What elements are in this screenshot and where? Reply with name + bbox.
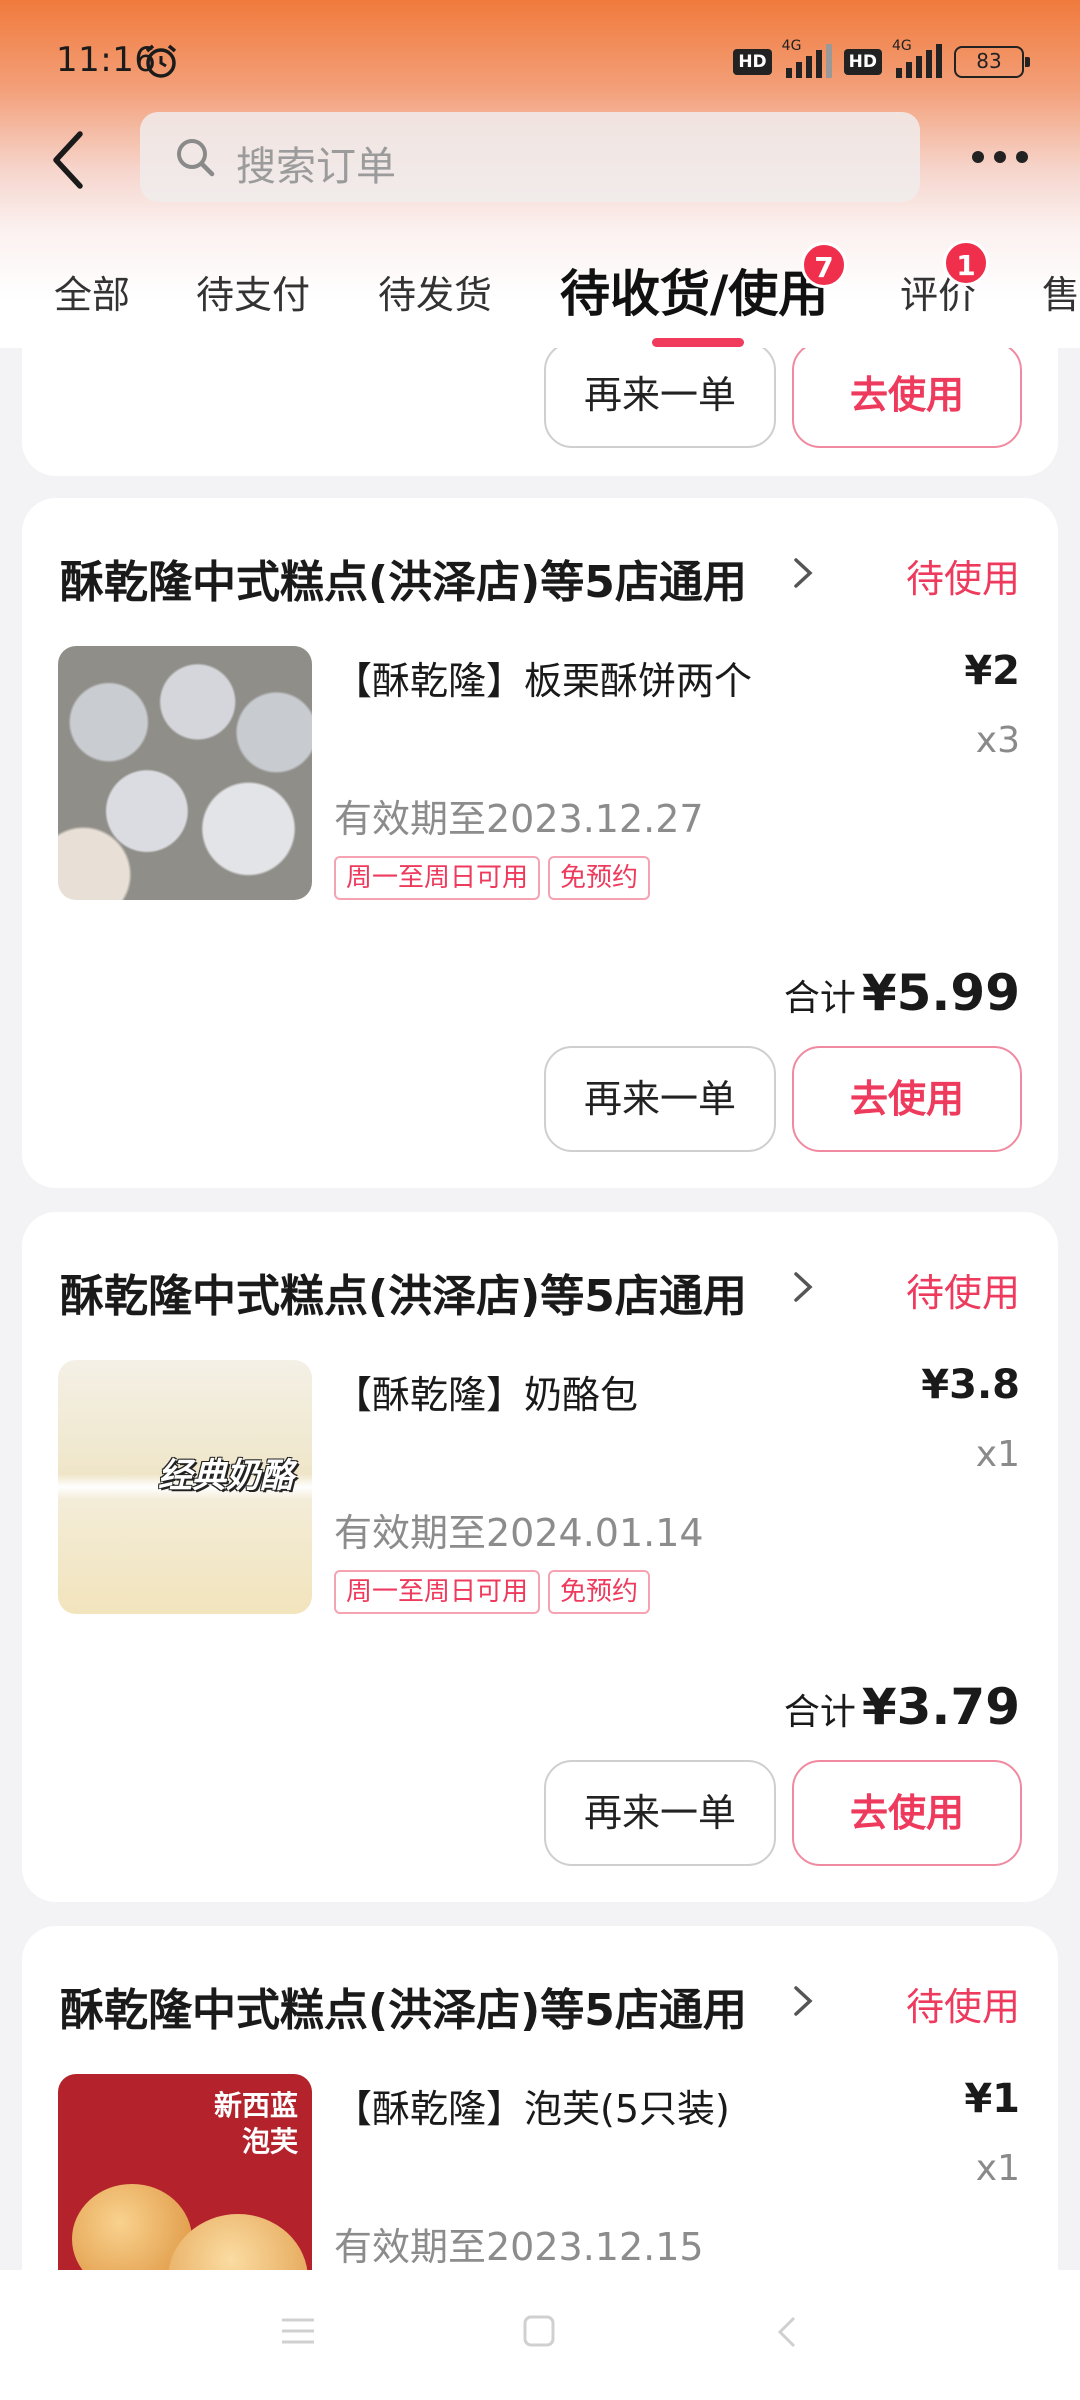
product-name[interactable]: 【酥乾隆】泡芙(5只装) [334,2078,730,2133]
product-quantity: x1 [975,2148,1020,2189]
signal-icon: 4G [782,38,834,80]
tag: 周一至周日可用 [334,1570,541,1614]
chevron-right-icon[interactable] [790,1982,816,2020]
total-amount: ¥3.79 [861,1678,1020,1736]
chevron-right-icon[interactable] [790,554,816,592]
order-card: 酥乾隆中式糕点(洪泽店)等5店通用 待使用 经典奶酪 【酥乾隆】奶酪包 ¥3.8… [22,1212,1058,1902]
image-caption: 新西蓝 泡芙 [214,2088,298,2160]
tag: 免预约 [548,1570,651,1614]
order-status: 待使用 [905,1271,1020,1315]
status-indicators: HD 4G HD 4G 83 [733,38,1030,80]
hd-badge: HD [733,49,772,75]
product-name[interactable]: 【酥乾隆】板栗酥饼两个 [334,650,752,705]
tab-badge-count: 1 [943,240,989,286]
more-horizontal-icon[interactable] [970,140,1030,170]
tab-badge-count: 7 [801,242,847,288]
chevron-left-icon[interactable] [40,120,100,200]
tag: 免预约 [548,856,651,900]
tab-pending-shipment[interactable]: 待发货 [378,264,492,319]
product-name[interactable]: 【酥乾隆】奶酪包 [334,1364,638,1419]
use-button[interactable]: 去使用 [792,1760,1022,1866]
product-price: ¥2 [964,648,1020,694]
order-total: 合计 ¥3.79 [784,1678,1020,1736]
network-type: 4G [892,38,912,54]
status-bar: 11:16 HD 4G HD 4G 83 [0,0,1080,120]
total-label: 合计 [783,978,856,1019]
store-name[interactable]: 酥乾隆中式糕点(洪泽店)等5店通用 [60,1974,747,2038]
use-button[interactable]: 去使用 [792,342,1022,448]
total-amount: ¥5.99 [861,964,1020,1022]
product-price: ¥1 [964,2076,1020,2122]
order-total: 合计 ¥5.99 [784,964,1020,1022]
product-price: ¥3.8 [921,1362,1020,1408]
search-placeholder: 搜索订单 [236,144,396,190]
total-label: 合计 [783,1692,856,1733]
product-tags: 周一至周日可用 免预约 [334,1570,651,1614]
menu-icon[interactable] [280,2314,316,2348]
search-icon [177,139,215,177]
home-icon[interactable] [522,2314,556,2348]
tab-pending-payment[interactable]: 待支付 [196,264,310,319]
tab-to-receive-use[interactable]: 待收货/使用 [560,254,828,326]
image-caption-line: 新西蓝 [213,2089,298,2122]
tab-all[interactable]: 全部 [54,264,130,319]
tab-after-sales[interactable]: 售 [1042,264,1080,319]
validity-date: 有效期至2023.12.15 [334,2225,704,2269]
alarm-icon [145,44,177,78]
product-quantity: x1 [975,1434,1020,1475]
nav-bar: 搜索订单 [0,110,1080,210]
reorder-button[interactable]: 再来一单 [544,342,776,448]
image-caption-line: 泡芙 [241,2125,298,2158]
store-name[interactable]: 酥乾隆中式糕点(洪泽店)等5店通用 [60,1260,747,1324]
signal-icon: 4G [892,38,944,80]
order-tabs: 全部 待支付 待发货 待收货/使用 7 评价 1 售 [0,240,1080,348]
hd-badge: HD [843,49,882,75]
order-card: 酥乾隆中式糕点(洪泽店)等5店通用 待使用 【酥乾隆】板栗酥饼两个 ¥2 x3 … [22,498,1058,1188]
battery-icon: 83 [954,46,1030,78]
battery-level: 83 [976,49,1002,73]
product-quantity: x3 [975,720,1020,761]
reorder-button[interactable]: 再来一单 [544,1046,776,1152]
back-icon[interactable] [774,2314,800,2350]
active-tab-indicator [652,338,744,347]
chevron-right-icon[interactable] [790,1268,816,1306]
search-input[interactable]: 搜索订单 [140,112,920,202]
system-nav-bar [0,2270,1080,2400]
product-tags: 周一至周日可用 免预约 [334,856,651,900]
image-caption: 经典奶酪 [158,1456,294,1496]
validity-date: 有效期至2024.01.14 [334,1511,704,1555]
store-name[interactable]: 酥乾隆中式糕点(洪泽店)等5店通用 [60,546,747,610]
header: 11:16 HD 4G HD 4G 83 搜索订单 全部 待支付 待发货 待收货… [0,0,1080,348]
network-type: 4G [781,38,802,54]
product-image[interactable] [58,646,312,900]
validity-date: 有效期至2023.12.27 [334,797,704,841]
reorder-button[interactable]: 再来一单 [544,1760,776,1866]
product-image[interactable]: 经典奶酪 [58,1360,312,1614]
use-button[interactable]: 去使用 [792,1046,1022,1152]
order-status: 待使用 [905,557,1020,601]
order-status: 待使用 [905,1985,1020,2029]
tag: 周一至周日可用 [334,856,541,900]
